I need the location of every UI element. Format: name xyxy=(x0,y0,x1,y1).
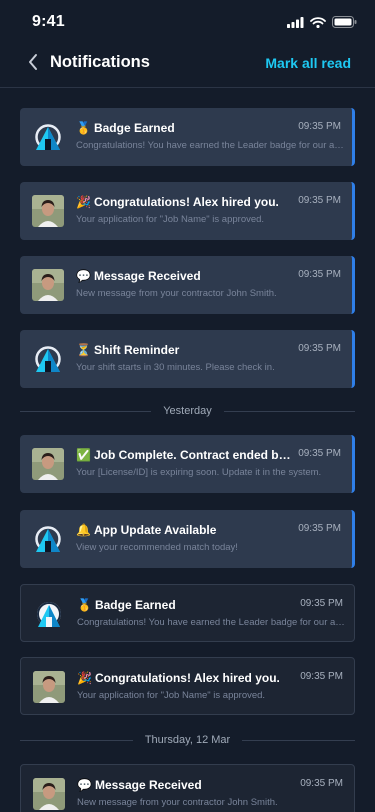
notification-time: 09:35 PM xyxy=(298,523,341,534)
notification-card[interactable]: 🔔 App Update Available 09:35 PM View your… xyxy=(20,510,355,568)
notification-time: 09:35 PM xyxy=(298,269,341,280)
user-avatar xyxy=(32,448,64,480)
date-divider-label: Thursday, 12 Mar xyxy=(144,734,231,746)
status-bar: 9:41 xyxy=(0,0,375,44)
notification-message: Your shift starts in 30 minutes. Please … xyxy=(76,362,275,373)
status-icons xyxy=(287,15,357,33)
party-popper-icon: 🎉 xyxy=(76,195,91,209)
divider-line xyxy=(20,410,152,412)
speech-bubble-icon: 💬 xyxy=(76,269,91,283)
notification-time: 09:35 PM xyxy=(300,671,343,682)
bell-icon: 🔔 xyxy=(76,523,91,537)
notification-list[interactable]: 🥇 Badge Earned 09:35 PM Congratulations! … xyxy=(0,89,375,812)
app-logo-icon xyxy=(32,121,64,153)
user-avatar xyxy=(33,778,65,810)
divider-line xyxy=(20,739,133,741)
status-time: 9:41 xyxy=(32,13,65,30)
user-avatar xyxy=(33,671,65,703)
chevron-left-icon xyxy=(27,53,39,76)
user-avatar xyxy=(32,269,64,301)
notification-card[interactable]: 💬 Message Received 09:35 PM New message f… xyxy=(20,256,355,314)
medal-icon: 🥇 xyxy=(77,598,92,612)
notification-message: Congratulations! You have earned the Lea… xyxy=(76,140,344,151)
notification-title: ✅Job Complete. Contract ended by client. xyxy=(76,448,292,462)
battery-icon xyxy=(332,15,357,33)
app-logo-icon xyxy=(32,523,64,555)
divider-line xyxy=(223,410,355,412)
signal-icon xyxy=(287,15,304,33)
date-divider: Yesterday xyxy=(20,404,355,418)
notification-card[interactable]: ✅Job Complete. Contract ended by client.… xyxy=(20,435,355,493)
notification-title: 💬 Message Received xyxy=(77,778,202,792)
medal-icon: 🥇 xyxy=(76,121,91,135)
page-title: Notifications xyxy=(50,53,150,71)
back-button[interactable] xyxy=(22,53,44,75)
notification-time: 09:35 PM xyxy=(300,598,343,609)
notification-time: 09:35 PM xyxy=(298,195,341,206)
notification-time: 09:35 PM xyxy=(300,778,343,789)
notification-message: New message from your contractor John Sm… xyxy=(77,797,278,808)
app-logo-icon xyxy=(32,343,64,375)
speech-bubble-icon: 💬 xyxy=(77,778,92,792)
notification-time: 09:35 PM xyxy=(298,448,341,459)
notification-title: 🎉 Congratulations! Alex hired you. xyxy=(77,671,280,685)
notification-card[interactable]: 💬 Message Received 09:35 PM New message f… xyxy=(20,764,355,812)
app-logo-icon xyxy=(33,598,65,630)
notification-title: 🥇 Badge Earned xyxy=(77,598,176,612)
date-divider-label: Yesterday xyxy=(163,405,212,417)
notification-time: 09:35 PM xyxy=(298,121,341,132)
divider-line xyxy=(242,739,356,741)
notification-card[interactable]: 🥇 Badge Earned 09:35 PM Congratulations! … xyxy=(20,108,355,166)
notification-card[interactable]: 🎉 Congratulations! Alex hired you. 09:35 … xyxy=(20,657,355,715)
notification-title: 💬 Message Received xyxy=(76,269,201,283)
notification-message: Your application for "Job Name" is appro… xyxy=(76,214,265,225)
check-mark-icon: ✅ xyxy=(76,448,91,462)
date-divider: Thursday, 12 Mar xyxy=(20,733,356,747)
wifi-icon xyxy=(310,15,326,33)
notification-title: 🥇 Badge Earned xyxy=(76,121,175,135)
notification-message: New message from your contractor John Sm… xyxy=(76,288,277,299)
notification-message: View your recommended match today! xyxy=(76,542,238,553)
notification-title: ⏳ Shift Reminder xyxy=(76,343,180,357)
notification-title: 🔔 App Update Available xyxy=(76,523,217,537)
hourglass-icon: ⏳ xyxy=(76,343,91,357)
notification-message: Congratulations! You have earned the Lea… xyxy=(77,617,345,628)
notification-message: Your application for "Job Name" is appro… xyxy=(77,690,266,701)
notification-card[interactable]: 🎉 Congratulations! Alex hired you. 09:35 … xyxy=(20,182,355,240)
notification-time: 09:35 PM xyxy=(298,343,341,354)
mark-all-read-button[interactable]: Mark all read xyxy=(265,55,351,71)
header: Notifications Mark all read xyxy=(0,44,375,88)
notification-card[interactable]: 🥇 Badge Earned 09:35 PM Congratulations! … xyxy=(20,584,355,642)
notification-message: Your [License/ID] is expiring soon. Upda… xyxy=(76,467,322,478)
notification-title: 🎉 Congratulations! Alex hired you. xyxy=(76,195,279,209)
party-popper-icon: 🎉 xyxy=(77,671,92,685)
user-avatar xyxy=(32,195,64,227)
notification-card[interactable]: ⏳ Shift Reminder 09:35 PM Your shift star… xyxy=(20,330,355,388)
